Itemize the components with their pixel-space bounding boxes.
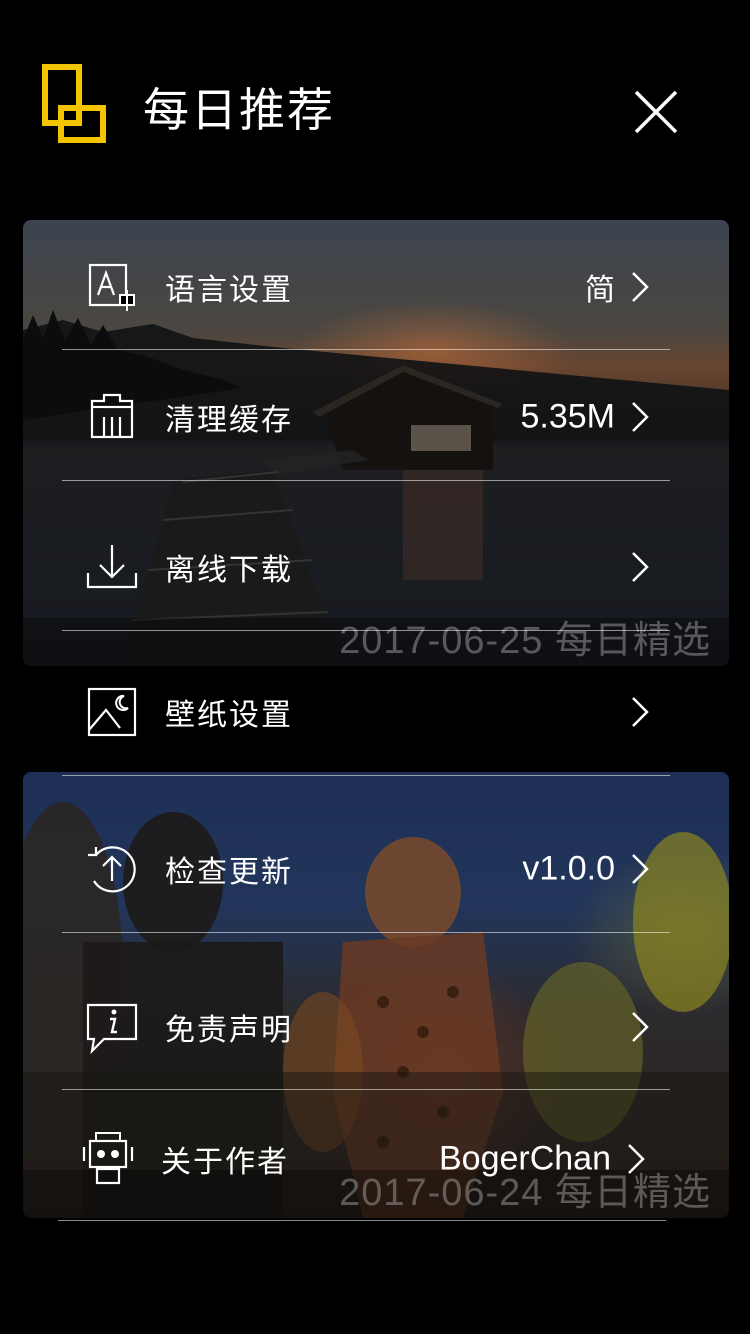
chevron-right-icon — [632, 402, 649, 432]
download-icon — [86, 545, 138, 589]
setting-row-clear-cache[interactable]: 清理缓存 5.35M — [62, 352, 670, 482]
divider — [62, 775, 670, 776]
chevron-right-icon — [628, 1144, 645, 1174]
chevron-right-icon — [632, 272, 649, 302]
divider — [62, 349, 670, 350]
setting-row-wallpaper[interactable]: 壁纸设置 — [62, 647, 670, 777]
robot-icon — [82, 1132, 134, 1185]
setting-label: 检查更新 — [165, 855, 293, 890]
close-icon[interactable] — [626, 82, 686, 142]
setting-label: 免责声明 — [165, 1013, 293, 1048]
disclaimer-icon — [86, 1003, 138, 1055]
divider — [62, 630, 670, 631]
setting-row-disclaimer[interactable]: 免责声明 — [62, 962, 670, 1092]
setting-label: 语言设置 — [165, 273, 293, 308]
setting-row-check-update[interactable]: 检查更新 v1.0.0 — [62, 804, 670, 934]
divider — [62, 932, 670, 933]
chevron-right-icon — [632, 697, 649, 727]
setting-row-offline-download[interactable]: 离线下载 — [62, 502, 670, 632]
divider — [62, 480, 670, 481]
clear-cache-icon — [90, 393, 134, 439]
setting-value: BogerChan — [438, 1139, 611, 1178]
divider — [58, 1220, 666, 1221]
update-icon — [88, 846, 136, 893]
setting-value: 5.35M — [520, 397, 616, 436]
setting-label: 清理缓存 — [165, 403, 293, 438]
setting-label: 离线下载 — [165, 553, 293, 588]
setting-row-language[interactable]: 语言设置 简 — [62, 222, 670, 352]
chevron-right-icon — [632, 1012, 649, 1042]
app-logo-icon — [42, 64, 106, 143]
language-icon — [88, 263, 135, 311]
setting-label: 壁纸设置 — [165, 698, 293, 733]
setting-row-about-author[interactable]: 关于作者 BogerChan — [58, 1094, 666, 1224]
header: 每日推荐 — [0, 0, 750, 200]
chevron-right-icon — [632, 854, 649, 884]
chevron-right-icon — [632, 552, 649, 582]
setting-value: v1.0.0 — [522, 849, 615, 888]
divider — [62, 1089, 670, 1090]
setting-label: 关于作者 — [161, 1145, 289, 1180]
wallpaper-icon — [87, 687, 137, 737]
page-title: 每日推荐 — [143, 83, 335, 137]
setting-value: 简 — [585, 273, 615, 308]
